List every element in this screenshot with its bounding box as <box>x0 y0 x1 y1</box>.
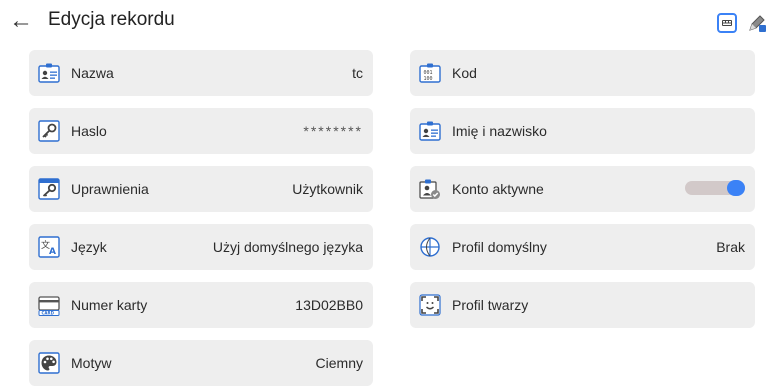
field-label: Imię i nazwisko <box>452 123 547 139</box>
keyboard-icon[interactable] <box>716 12 738 34</box>
field-label: Konto aktywne <box>452 181 544 197</box>
field-label: Język <box>71 239 107 255</box>
toggle-knob <box>727 180 745 196</box>
permissions-key-icon <box>38 178 60 200</box>
field-value: 13D02BB0 <box>295 297 363 313</box>
svg-text:CARD: CARD <box>42 311 55 316</box>
field-label: Motyw <box>71 355 112 371</box>
svg-text:A: A <box>49 247 56 257</box>
code-card-icon: 001 100 <box>419 62 441 84</box>
header-bar: ← Edycja rekordu <box>0 0 774 44</box>
field-label: Haslo <box>71 123 107 139</box>
field-label: Profil domyślny <box>452 239 547 255</box>
user-card-icon <box>38 62 60 84</box>
field-value: Ciemny <box>315 355 363 371</box>
edit-icon[interactable] <box>746 12 768 34</box>
field-profil-domyslny[interactable]: Profil domyślny Brak <box>410 224 755 270</box>
field-value: tc <box>352 65 363 81</box>
field-value: Brak <box>716 239 745 255</box>
user-card-icon <box>419 120 441 142</box>
key-icon <box>38 120 60 142</box>
field-imie-nazwisko[interactable]: Imię i nazwisko <box>410 108 755 154</box>
back-arrow-icon[interactable]: ← <box>6 6 36 36</box>
account-active-toggle[interactable] <box>685 180 745 196</box>
face-scan-icon <box>419 294 441 316</box>
field-label: Kod <box>452 65 477 81</box>
field-uprawnienia[interactable]: Uprawnienia Użytkownik <box>29 166 373 212</box>
palette-icon <box>38 352 60 374</box>
translate-icon: 文 A <box>38 236 60 258</box>
field-kod[interactable]: 001 100 Kod <box>410 50 755 96</box>
card-icon: CARD <box>38 294 60 316</box>
field-jezyk[interactable]: 文 A Język Użyj domyślnego języka <box>29 224 373 270</box>
field-profil-twarzy[interactable]: Profil twarzy <box>410 282 755 328</box>
field-label: Nazwa <box>71 65 114 81</box>
page-title: Edycja rekordu <box>48 9 175 30</box>
field-numer-karty[interactable]: CARD Numer karty 13D02BB0 <box>29 282 373 328</box>
field-motyw[interactable]: Motyw Ciemny <box>29 340 373 386</box>
field-value: Użyj domyślnego języka <box>212 239 363 255</box>
field-haslo[interactable]: Haslo ******** <box>29 108 373 154</box>
field-label: Profil twarzy <box>452 297 529 313</box>
field-label: Numer karty <box>71 297 148 313</box>
field-value: Użytkownik <box>292 181 363 197</box>
svg-text:100: 100 <box>424 76 433 82</box>
field-nazwa[interactable]: Nazwa tc <box>29 50 373 96</box>
user-check-icon <box>419 178 441 200</box>
field-value: ******** <box>303 123 363 139</box>
field-label: Uprawnienia <box>71 181 149 197</box>
field-konto-aktywne[interactable]: Konto aktywne <box>410 166 755 212</box>
globe-profile-icon <box>419 236 441 258</box>
